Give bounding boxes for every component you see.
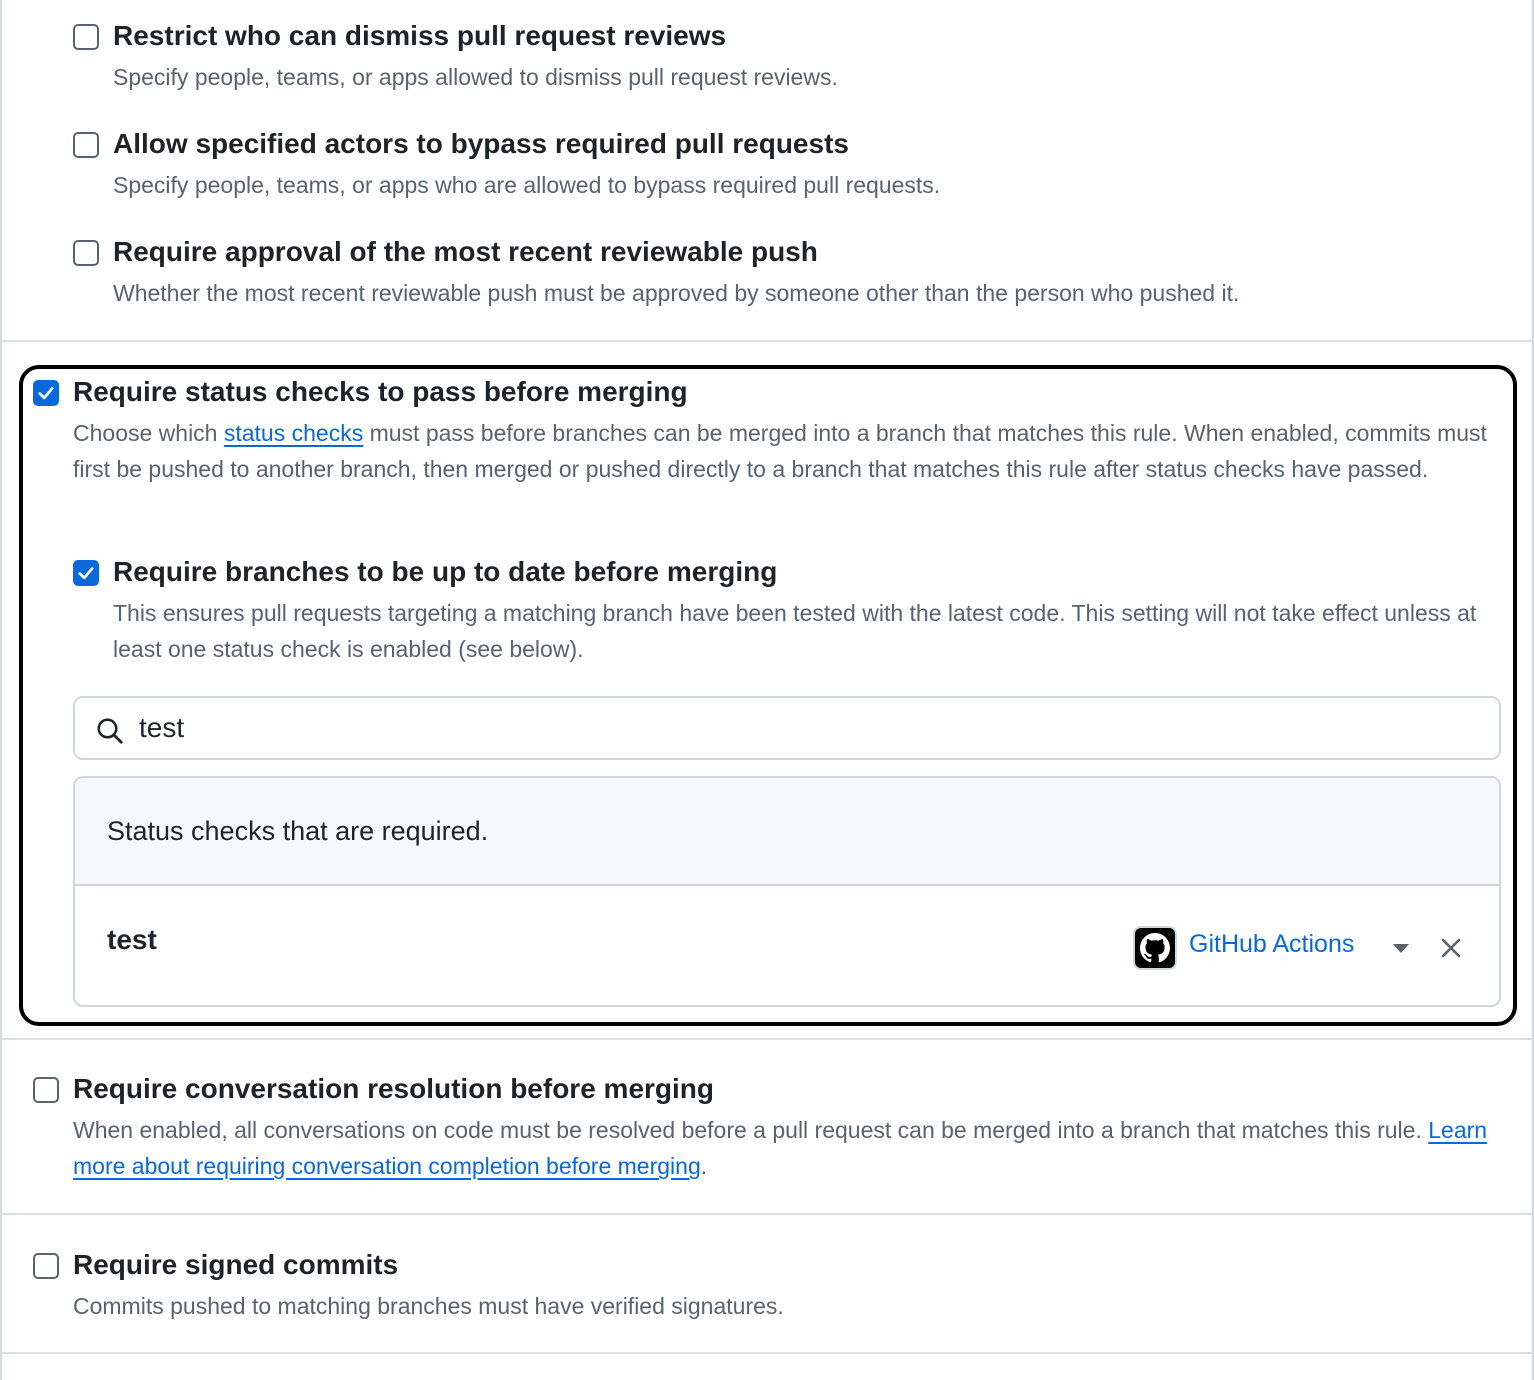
search-icon <box>97 718 123 744</box>
status-checks-title: Require status checks to pass before mer… <box>73 376 688 407</box>
restrict-dismiss-title: Restrict who can dismiss pull request re… <box>113 20 727 51</box>
section-divider <box>0 340 1534 342</box>
required-checks-header-text: Status checks that are required. <box>107 816 489 846</box>
required-checks-header: Status checks that are required. <box>75 778 1499 886</box>
restrict-dismiss-description: Specify people, teams, or apps allowed t… <box>113 64 838 90</box>
conversation-desc-text-cont: . <box>700 1153 708 1179</box>
status-checks-checkbox[interactable] <box>33 380 59 406</box>
recent-push-approval-title: Require approval of the most recent revi… <box>113 236 818 267</box>
up-to-date-description: This ensures pull requests targeting a m… <box>113 600 1477 662</box>
signed-commits-description: Commits pushed to matching branches must… <box>73 1293 784 1319</box>
status-checks-link[interactable]: status checks <box>224 420 363 446</box>
status-check-search[interactable]: test <box>73 696 1501 760</box>
status-check-name: test <box>107 924 157 955</box>
up-to-date-checkbox[interactable] <box>73 560 99 586</box>
signed-commits-checkbox[interactable] <box>33 1253 59 1279</box>
status-checks-description: Choose which status checks must pass bef… <box>73 415 1493 487</box>
conversation-desc-text: When enabled, all conversations on code … <box>73 1117 1429 1143</box>
status-checks-desc-text: Choose which <box>73 420 224 446</box>
bypass-actors-checkbox[interactable] <box>73 132 99 158</box>
app-link[interactable]: GitHub Actions <box>1189 930 1354 959</box>
signed-commits-title: Require signed commits <box>73 1249 399 1280</box>
github-logo-icon <box>1133 926 1177 970</box>
conversation-resolution-title: Require conversation resolution before m… <box>73 1073 715 1104</box>
restrict-dismiss-checkbox[interactable] <box>73 24 99 50</box>
bypass-actors-title: Allow specified actors to bypass require… <box>113 128 849 159</box>
checkmark-icon <box>78 567 94 580</box>
bypass-actors-description: Specify people, teams, or apps who are a… <box>113 172 941 198</box>
section-divider <box>0 1038 1534 1040</box>
github-octocat-icon <box>1140 933 1170 963</box>
chevron-down-icon[interactable] <box>1393 944 1409 953</box>
recent-push-approval-checkbox[interactable] <box>73 240 99 266</box>
section-divider <box>0 1213 1534 1215</box>
conversation-resolution-description: When enabled, all conversations on code … <box>73 1112 1493 1184</box>
checkmark-icon <box>38 387 54 400</box>
search-input[interactable]: test <box>139 712 184 744</box>
conversation-resolution-checkbox[interactable] <box>33 1077 59 1103</box>
section-divider <box>0 1352 1534 1354</box>
up-to-date-title: Require branches to be up to date before… <box>113 556 778 587</box>
close-icon[interactable] <box>1433 930 1469 966</box>
required-checks-list: Status checks that are required. test Gi… <box>73 776 1501 1007</box>
recent-push-approval-description: Whether the most recent reviewable push … <box>113 280 1240 306</box>
